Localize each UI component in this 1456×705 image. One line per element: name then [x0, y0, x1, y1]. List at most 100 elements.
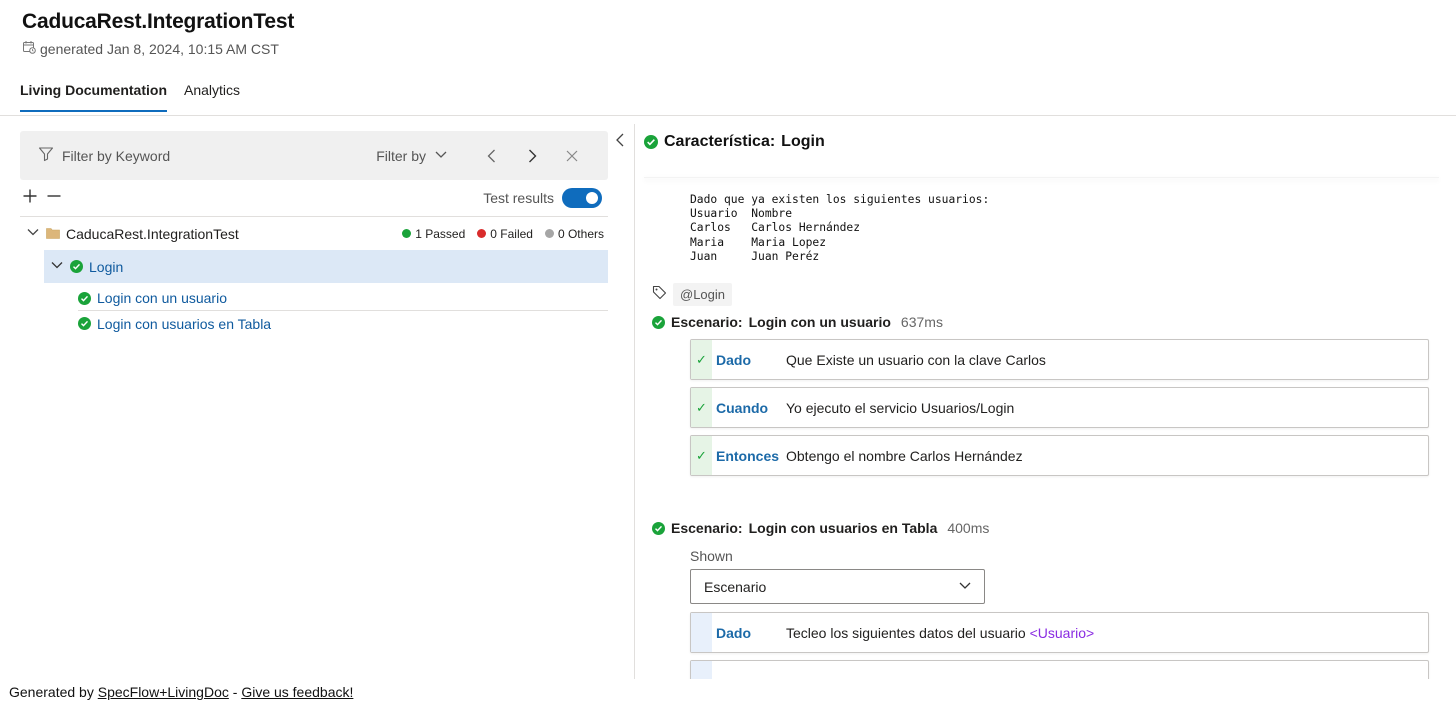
- page-header: CaducaRest.IntegrationTest generated Jan…: [22, 10, 294, 57]
- feature-tree: CaducaRest.IntegrationTest 1 Passed 0 Fa…: [20, 216, 608, 336]
- step-keyword: Cuando: [716, 399, 769, 416]
- generated-info: generated Jan 8, 2024, 10:15 AM CST: [22, 40, 294, 57]
- tree-scenario-item[interactable]: Login con usuarios en Tabla: [78, 311, 608, 336]
- folder-icon: [46, 226, 60, 242]
- feedback-link[interactable]: Give us feedback!: [241, 684, 353, 700]
- step-row[interactable]: ✓ Entonces Obtengo el nombre Carlos Hern…: [690, 435, 1429, 476]
- filter-funnel-icon: [38, 146, 54, 165]
- passed-check-icon: [652, 315, 665, 329]
- step-row[interactable]: Dado Tecleo los siguientes datos del usu…: [690, 612, 1429, 653]
- feature-node-label: Login: [89, 258, 124, 275]
- tree-root-node[interactable]: CaducaRest.IntegrationTest 1 Passed 0 Fa…: [20, 217, 608, 250]
- keyword-filter-placeholder: Filter by Keyword: [62, 147, 171, 164]
- step-text: Obtengo el nombre Carlos Hernández: [786, 447, 1023, 464]
- failed-dot: [477, 229, 487, 238]
- tree-scenario-item[interactable]: Login con un usuario: [78, 286, 608, 311]
- step-keyword: Dado: [716, 624, 751, 641]
- passed-count: 1 Passed: [402, 227, 465, 241]
- collapse-all-button[interactable]: [46, 188, 62, 209]
- filter-by-dropdown[interactable]: Filter by: [376, 147, 448, 164]
- step-gutter: [691, 613, 712, 652]
- pane-divider: [634, 124, 635, 679]
- passed-dot: [402, 229, 412, 238]
- footer-prefix: Generated by: [9, 684, 98, 700]
- chevron-down-icon[interactable]: [26, 225, 40, 242]
- tree-feature-login[interactable]: Login: [44, 250, 608, 283]
- scenario-heading: Escenario: Login con un usuario 637ms: [644, 314, 1439, 330]
- minus-icon: [47, 194, 61, 197]
- previous-match-button[interactable]: [472, 148, 512, 164]
- passed-check-icon: [70, 260, 83, 273]
- specflow-link[interactable]: SpecFlow+LivingDoc: [98, 684, 229, 700]
- clear-filter-button[interactable]: [552, 149, 592, 163]
- close-icon: [566, 150, 578, 161]
- step-parameter: <Usuario>: [1029, 624, 1095, 641]
- plus-icon: [23, 189, 37, 202]
- failed-count: 0 Failed: [477, 227, 533, 241]
- scenario-prefix: Escenario:: [671, 314, 743, 330]
- scenario-duration: 400ms: [947, 520, 990, 536]
- tab-analytics[interactable]: Analytics: [184, 82, 240, 112]
- scenario-heading: Escenario: Login con usuarios en Tabla 4…: [644, 520, 1439, 536]
- passed-check-icon: [652, 521, 665, 535]
- scenario-steps: ✓ Dado Que Existe un usuario con la clav…: [690, 339, 1429, 476]
- keyword-filter-input[interactable]: Filter by Keyword: [38, 146, 376, 165]
- navigation-pane: Filter by Keyword Filter by Test results…: [20, 131, 608, 336]
- feature-prefix: Característica:: [664, 133, 776, 150]
- footer: Generated by SpecFlow+LivingDoc - Give u…: [0, 679, 1456, 705]
- passed-check-icon: [78, 291, 91, 305]
- project-title: CaducaRest.IntegrationTest: [22, 10, 295, 33]
- chevron-left-icon: [487, 149, 495, 162]
- others-count: 0 Others: [544, 227, 604, 241]
- step-keyword: Entonces: [716, 447, 780, 464]
- feature-name: Login: [781, 133, 825, 150]
- main-tabs: Living Documentation Analytics: [20, 82, 240, 112]
- shown-label: Shown: [690, 548, 733, 564]
- detail-pane: Característica: Login Dado que ya existe…: [644, 131, 1439, 705]
- next-match-button[interactable]: [512, 148, 552, 164]
- filter-by-label: Filter by: [376, 147, 426, 164]
- calendar-clock-icon: [22, 40, 36, 57]
- result-counts: 1 Passed 0 Failed 0 Others: [402, 227, 608, 241]
- footer-separator: -: [228, 684, 242, 700]
- shown-select[interactable]: Escenario: [690, 569, 985, 604]
- feature-heading: Característica: Login: [644, 131, 1439, 153]
- step-pass-check-icon: ✓: [691, 436, 712, 475]
- scenario-node-label: Login con usuarios en Tabla: [97, 315, 272, 332]
- chevron-left-icon: [616, 133, 624, 147]
- toggle-knob: [586, 192, 598, 204]
- shown-select-value: Escenario: [704, 578, 767, 595]
- test-results-label: Test results: [483, 190, 554, 206]
- chevron-down-icon[interactable]: [50, 258, 64, 275]
- expand-all-button[interactable]: [22, 188, 38, 209]
- passed-check-icon: [78, 317, 91, 330]
- step-text: Tecleo los siguientes datos del usuario …: [786, 624, 1095, 641]
- chevron-down-icon: [434, 147, 448, 164]
- tag-login[interactable]: @Login: [673, 283, 733, 306]
- chevron-right-icon: [529, 149, 537, 162]
- passed-check-icon: [644, 135, 658, 149]
- test-results-toggle[interactable]: [562, 188, 602, 208]
- generated-timestamp: generated Jan 8, 2024, 10:15 AM CST: [40, 40, 279, 57]
- step-text: Que Existe un usuario con la clave Carlo…: [786, 351, 1046, 368]
- collapse-pane-button[interactable]: [614, 132, 626, 153]
- project-node-label: CaducaRest.IntegrationTest: [66, 225, 239, 242]
- filter-bar: Filter by Keyword Filter by: [20, 131, 608, 180]
- step-keyword: Dado: [716, 351, 751, 368]
- step-row[interactable]: ✓ Dado Que Existe un usuario con la clav…: [690, 339, 1429, 380]
- step-text: Yo ejecuto el servicio Usuarios/Login: [786, 399, 1015, 416]
- tag-icon: [652, 285, 667, 305]
- scenario-duration: 637ms: [900, 314, 943, 330]
- tree-toolbar: Test results: [20, 180, 608, 216]
- scenario-prefix: Escenario:: [671, 520, 743, 536]
- step-row[interactable]: ✓ Cuando Yo ejecuto el servicio Usuarios…: [690, 387, 1429, 428]
- others-dot: [544, 229, 554, 238]
- step-pass-check-icon: ✓: [691, 340, 712, 379]
- scenario-name: Login con usuarios en Tabla: [748, 520, 938, 536]
- feature-description: Dado que ya existen los siguientes usuar…: [690, 193, 990, 263]
- step-pass-check-icon: ✓: [691, 388, 712, 427]
- tab-living-documentation[interactable]: Living Documentation: [20, 82, 167, 112]
- chevron-down-icon: [958, 578, 972, 595]
- scenario-node-label: Login con un usuario: [97, 290, 227, 306]
- tag-row: @Login: [644, 283, 1439, 306]
